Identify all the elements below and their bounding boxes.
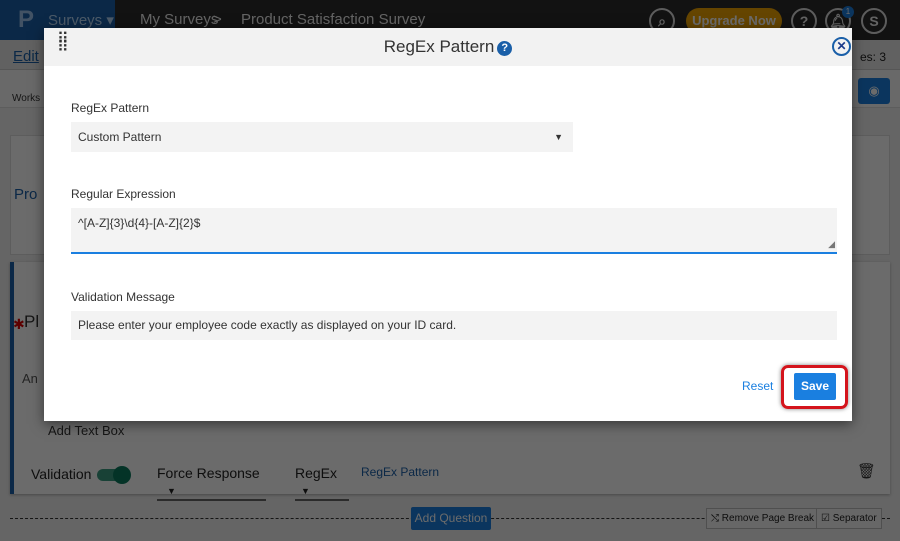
avatar[interactable]: S (861, 8, 887, 34)
save-button[interactable]: Save (794, 373, 836, 400)
validation-message-input[interactable]: Please enter your employee code exactly … (71, 311, 837, 340)
notification-badge: 1 (842, 6, 854, 18)
force-response-dropdown[interactable]: Force Response ▼ (157, 465, 266, 501)
caret-down-icon: ▼ (554, 132, 563, 142)
preview-eye-icon[interactable]: ◉ (858, 78, 890, 104)
surveys-menu[interactable]: Surveys ▾ (48, 11, 114, 29)
workspace-button[interactable]: Works (12, 93, 40, 104)
regex-textarea[interactable]: ^[A-Z]{3}\d{4}-[A-Z]{2}$ ◢ (71, 208, 837, 254)
regex-label: Regular Expression (71, 187, 176, 201)
modal-title-text: RegEx Pattern (383, 37, 495, 56)
required-star-icon: ✱ (13, 316, 25, 332)
question-text: Pl (24, 312, 40, 331)
force-response-label: Force Response (157, 465, 260, 481)
regex-modal: ⠿ ⠿ RegEx Pattern? ✕ RegEx Pattern Custom… (44, 28, 852, 421)
page-title: Pro (14, 186, 38, 203)
breadcrumb-my-surveys[interactable]: My Surveys (140, 11, 218, 28)
remove-page-break-label: Remove Page Break (721, 513, 815, 524)
pattern-select[interactable]: Custom Pattern ▼ (71, 122, 573, 152)
regex-pattern-link[interactable]: RegEx Pattern (361, 465, 439, 479)
validation-toggle[interactable] (97, 466, 131, 484)
help-question-icon[interactable]: ? (497, 41, 513, 56)
regex-dropdown-label: RegEx (295, 465, 338, 481)
chevron-down-icon: ▼ (167, 486, 176, 496)
reset-button[interactable]: Reset (742, 379, 773, 393)
modal-title: RegEx Pattern? (44, 37, 852, 57)
add-text-box-link[interactable]: Add Text Box (48, 423, 124, 438)
breadcrumb-survey: Product Satisfaction Survey (241, 11, 426, 28)
regex-value: ^[A-Z]{3}\d{4}-[A-Z]{2}$ (78, 216, 201, 230)
tab-edit[interactable]: Edit (13, 48, 39, 65)
regex-dropdown[interactable]: RegEx ▼ (295, 465, 349, 501)
separator-label: Separator (832, 513, 877, 524)
separator-button[interactable]: ☑ Separator (816, 508, 882, 529)
chevron-down-icon: ▼ (301, 486, 310, 496)
logo: P (18, 6, 35, 33)
answer-placeholder: An (22, 371, 38, 386)
validation-label: Validation (31, 466, 92, 482)
remove-page-break-button[interactable]: ⤭ Remove Page Break (706, 508, 820, 529)
message-label: Validation Message (71, 290, 175, 304)
pattern-select-value: Custom Pattern (78, 130, 162, 144)
add-question-button[interactable]: Add Question (411, 507, 491, 530)
resize-handle-icon[interactable]: ◢ (828, 239, 835, 250)
breadcrumb-separator: > (213, 11, 222, 28)
trash-icon[interactable]: 🗑︎ (857, 462, 876, 480)
pattern-label: RegEx Pattern (71, 101, 150, 115)
pages-count: es: 3 (860, 50, 887, 64)
close-icon[interactable]: ✕ (832, 37, 851, 56)
